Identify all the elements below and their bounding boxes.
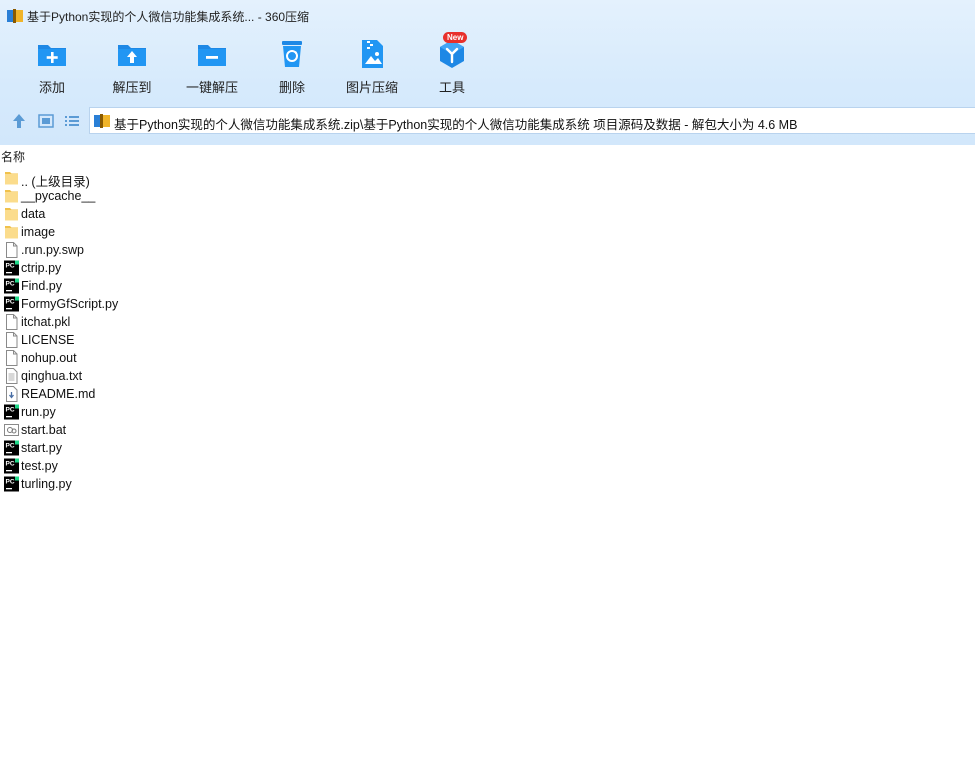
folder-icon (4, 206, 19, 222)
file-list-item[interactable]: PC turling.py (0, 475, 975, 493)
recycle-bin-icon (282, 41, 302, 67)
file-icon (4, 242, 19, 258)
title-bar: 基于Python实现的个人微信功能集成系统... - 360压缩 (0, 0, 975, 32)
zip-archive-icon (94, 114, 110, 128)
file-list-item[interactable]: PC Find.py (0, 277, 975, 295)
file-name: test.py (21, 459, 58, 473)
file-name: nohup.out (21, 351, 77, 365)
file-name: data (21, 207, 46, 221)
tools-button[interactable]: New 工具 (412, 32, 492, 98)
folder-icon (4, 224, 19, 240)
python-file-icon: PC (4, 476, 19, 492)
python-file-icon: PC (4, 260, 19, 276)
new-badge: New (443, 32, 468, 43)
image-compress-label: 图片压缩 (345, 80, 398, 95)
python-file-icon: PC (4, 458, 19, 474)
file-name: run.py (21, 405, 56, 419)
svg-text:PC: PC (6, 461, 15, 468)
image-compress-button[interactable]: 图片压缩 (332, 34, 412, 98)
add-folder-icon (38, 45, 66, 66)
file-name: turling.py (21, 477, 72, 491)
file-list-item[interactable]: PC FormyGfScript.py (0, 295, 975, 313)
file-name: itchat.pkl (21, 315, 71, 329)
python-file-icon: PC (4, 278, 19, 294)
file-list-item[interactable]: data (0, 205, 975, 223)
file-name: .run.py.swp (21, 243, 84, 257)
svg-text:PC: PC (6, 281, 15, 288)
file-list-item[interactable]: PC run.py (0, 403, 975, 421)
list-view-icon[interactable] (63, 112, 81, 130)
file-name: FormyGfScript.py (21, 297, 119, 311)
python-file-icon: PC (4, 296, 19, 312)
batch-file-icon (4, 422, 19, 438)
file-list-item[interactable]: start.bat (0, 421, 975, 439)
address-path: 基于Python实现的个人微信功能集成系统.zip\基于Python实现的个人微… (114, 118, 798, 132)
file-name: Find.py (21, 279, 62, 293)
window-title: 基于Python实现的个人微信功能集成系统... - 360压缩 (27, 10, 310, 24)
file-name: LICENSE (21, 333, 75, 347)
delete-button[interactable]: 删除 (252, 34, 332, 98)
markdown-file-icon (4, 386, 19, 402)
svg-text:PC: PC (6, 443, 15, 450)
add-button[interactable]: 添加 (12, 34, 92, 98)
file-icon (4, 350, 19, 366)
up-arrow-icon[interactable] (10, 112, 28, 130)
extract-to-icon (118, 45, 146, 66)
file-name: start.bat (21, 423, 67, 437)
file-list-item[interactable]: itchat.pkl (0, 313, 975, 331)
python-file-icon: PC (4, 404, 19, 420)
folder-icon (4, 188, 19, 204)
file-list-item[interactable]: README.md (0, 385, 975, 403)
file-list: .. (上级目录) __pycache__data image .run.py.swp… (0, 169, 975, 493)
text-file-icon (4, 368, 19, 384)
file-list-item[interactable]: __pycache__ (0, 187, 975, 205)
folder-icon (4, 170, 19, 186)
one-click-extract-label: 一键解压 (185, 80, 238, 95)
file-list-item[interactable]: PC start.py (0, 439, 975, 457)
file-name: __pycache__ (21, 189, 96, 203)
svg-text:PC: PC (6, 263, 15, 270)
svg-text:PC: PC (6, 479, 15, 486)
file-name: qinghua.txt (21, 369, 83, 383)
file-name: README.md (21, 387, 96, 401)
svg-text:PC: PC (6, 407, 15, 414)
file-list-item[interactable]: LICENSE (0, 331, 975, 349)
navigation-bar: 基于Python实现的个人微信功能集成系统.zip\基于Python实现的个人微… (0, 106, 975, 136)
file-list-item[interactable]: nohup.out (0, 349, 975, 367)
file-list-item[interactable]: qinghua.txt (0, 367, 975, 385)
extract-to-button[interactable]: 解压到 (92, 34, 172, 98)
file-list-item[interactable]: PC test.py (0, 457, 975, 475)
address-bar[interactable]: 基于Python实现的个人微信功能集成系统.zip\基于Python实现的个人微… (89, 107, 975, 134)
archive-app-icon (7, 9, 23, 23)
delete-label: 删除 (278, 80, 305, 95)
thumbnail-view-icon[interactable] (37, 112, 55, 130)
svg-text:PC: PC (6, 299, 15, 306)
file-name: start.py (21, 441, 62, 455)
file-list-item[interactable]: PC ctrip.py (0, 259, 975, 277)
tools-label: 工具 (438, 80, 465, 95)
file-list-item[interactable]: .run.py.swp (0, 241, 975, 259)
file-list-item[interactable]: image (0, 223, 975, 241)
one-click-extract-button[interactable]: 一键解压 (172, 34, 252, 98)
file-icon (4, 314, 19, 330)
file-name: image (21, 225, 56, 239)
toolbar: 添加 解压到 一键解压 删除 图片压缩 New 工具 (0, 32, 975, 98)
file-icon (4, 332, 19, 348)
add-button-label: 添加 (38, 80, 65, 95)
python-file-icon: PC (4, 440, 19, 456)
image-compress-icon (362, 40, 383, 68)
column-header-name[interactable]: 名称 (1, 148, 25, 165)
file-name: ctrip.py (21, 261, 62, 275)
file-list-item[interactable]: .. (上级目录) (0, 169, 975, 189)
one-click-extract-icon (198, 45, 226, 66)
extract-to-label: 解压到 (112, 80, 152, 95)
